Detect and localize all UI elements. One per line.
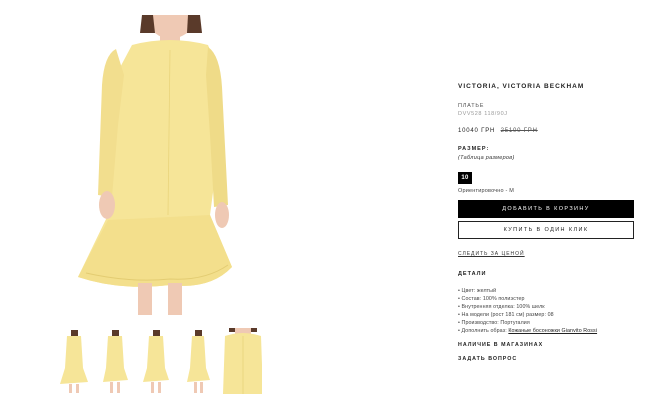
- product-info: VICTORIA, VICTORIA BECKHAM ПЛАТЬЕ DVV528…: [458, 83, 638, 362]
- current-price: 10040 ГРН: [458, 128, 496, 134]
- thumbnail-5[interactable]: [222, 328, 262, 394]
- add-to-cart-button[interactable]: ДОБАВИТЬ В КОРЗИНУ: [458, 200, 634, 218]
- product-type: ПЛАТЬЕ: [458, 103, 485, 109]
- size-title: РАЗМЕР:: [458, 146, 490, 152]
- size-table-link[interactable]: (Таблица размеров): [458, 155, 638, 161]
- complement-link[interactable]: Кожаные босоножки Gianvito Rossi: [508, 328, 597, 334]
- details-item: Состав: 100% полиэстер: [458, 295, 638, 303]
- details-item: Внутренняя отделка: 100% шелк: [458, 303, 638, 311]
- details-item: Производство: Португалия: [458, 319, 638, 327]
- ask-question-link[interactable]: ЗАДАТЬ ВОПРОС: [458, 356, 638, 362]
- thumbnail-strip: [58, 328, 262, 396]
- product-sku: DVV528 118/90J: [458, 111, 508, 117]
- thumbnail-3[interactable]: [140, 328, 171, 394]
- track-price-link[interactable]: СЛЕДИТЬ ЗА ЦЕНОЙ: [458, 251, 525, 257]
- buy-one-click-button[interactable]: КУПИТЬ В ОДИН КЛИК: [458, 221, 634, 239]
- brand-name: VICTORIA, VICTORIA BECKHAM: [458, 83, 585, 90]
- details-title: ДЕТАЛИ: [458, 271, 487, 277]
- details-item-complement: Дополнить образ: Кожаные босоножки Gianv…: [458, 327, 638, 335]
- store-availability-link[interactable]: НАЛИЧИЕ В МАГАЗИНАХ: [458, 342, 638, 348]
- thumbnail-4[interactable]: [182, 328, 213, 394]
- details-list: Цвет: желтый Состав: 100% полиэстер Внут…: [458, 287, 638, 335]
- thumbnail-2[interactable]: [99, 328, 130, 394]
- main-product-image[interactable]: [60, 15, 250, 315]
- price-block: 10040 ГРН 25100 ГРН: [458, 128, 638, 134]
- old-price: 25100 ГРН: [500, 128, 538, 134]
- thumbnail-1[interactable]: [58, 328, 89, 394]
- complement-label: Дополнить образ:: [461, 328, 507, 334]
- details-item: Цвет: желтый: [458, 287, 638, 295]
- size-option-selected[interactable]: 10: [458, 172, 472, 184]
- size-note: Ориентировочно - M: [458, 188, 515, 194]
- details-item: На модели (рост 181 см) размер: 08: [458, 311, 638, 319]
